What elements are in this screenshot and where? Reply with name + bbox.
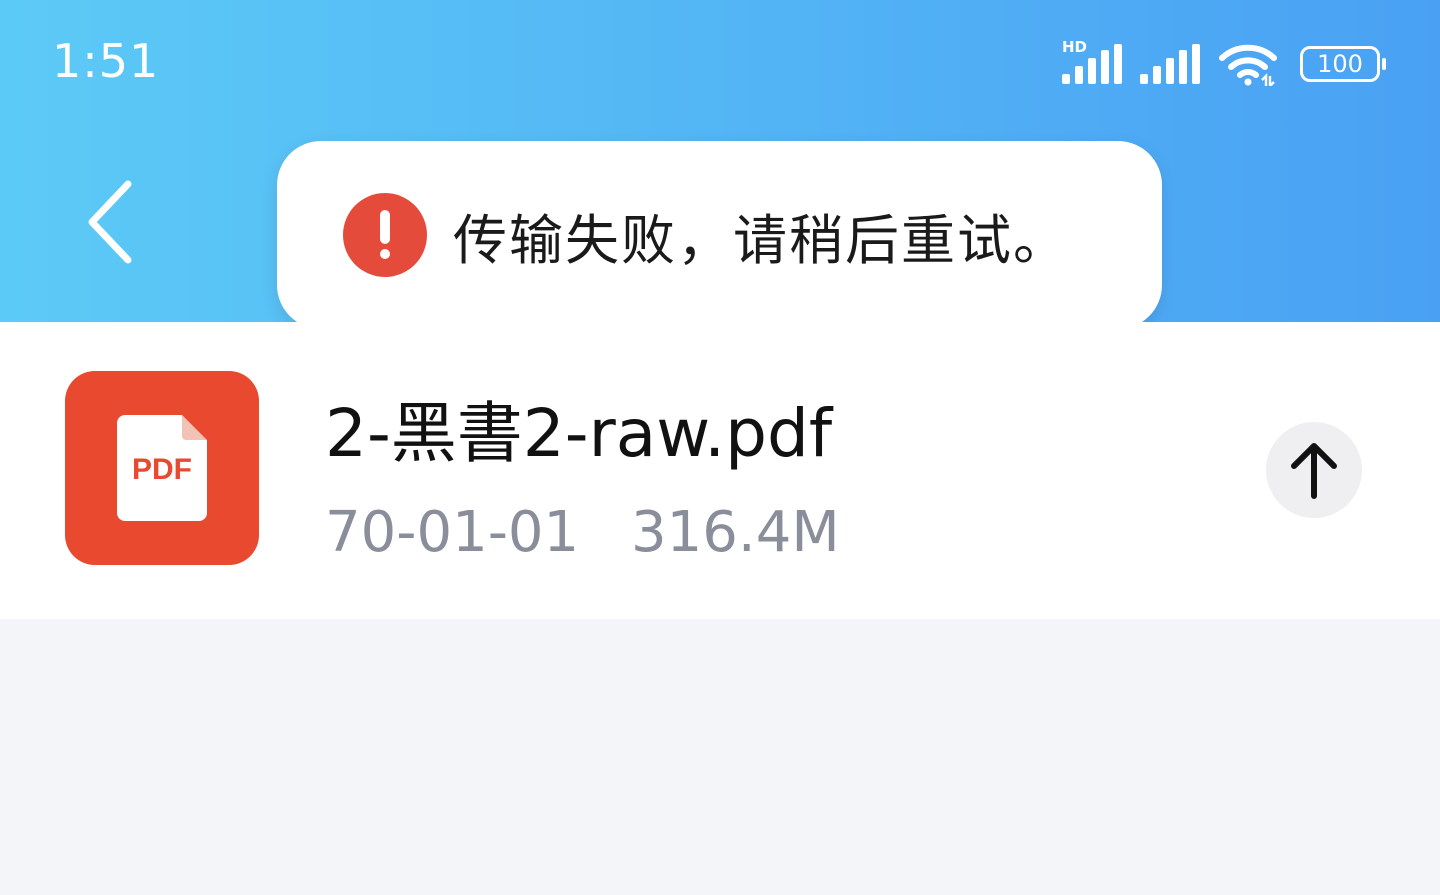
arrow-up-icon: [1291, 443, 1337, 499]
chevron-left-icon: [88, 180, 132, 264]
status-icons: HD 100: [1062, 38, 1386, 86]
pdf-file-icon: PDF: [65, 371, 259, 565]
signal-icon: [1140, 42, 1202, 86]
file-date: 70-01-01: [325, 500, 580, 565]
document-fold: [182, 415, 207, 440]
back-button[interactable]: [72, 172, 152, 272]
file-meta: 70-01-01 316.4M: [325, 500, 840, 565]
file-size: 316.4M: [631, 500, 840, 565]
battery-level: 100: [1317, 50, 1363, 78]
upload-button[interactable]: [1266, 422, 1362, 518]
battery-icon: 100: [1300, 46, 1386, 82]
file-name: 2-黑書2-raw.pdf: [325, 395, 833, 472]
toast-message: 传输失败，请稍后重试。: [453, 208, 1069, 272]
hd-signal-icon: HD: [1062, 38, 1124, 86]
file-type-label: PDF: [132, 453, 192, 486]
error-toast: 传输失败，请稍后重试。: [277, 141, 1162, 329]
status-time: 1:51: [52, 34, 160, 88]
file-list-item[interactable]: PDF 2-黑書2-raw.pdf 70-01-01 316.4M: [0, 322, 1440, 619]
error-icon: [343, 193, 427, 277]
hd-label: HD: [1062, 38, 1088, 56]
wifi-icon: [1219, 44, 1277, 86]
